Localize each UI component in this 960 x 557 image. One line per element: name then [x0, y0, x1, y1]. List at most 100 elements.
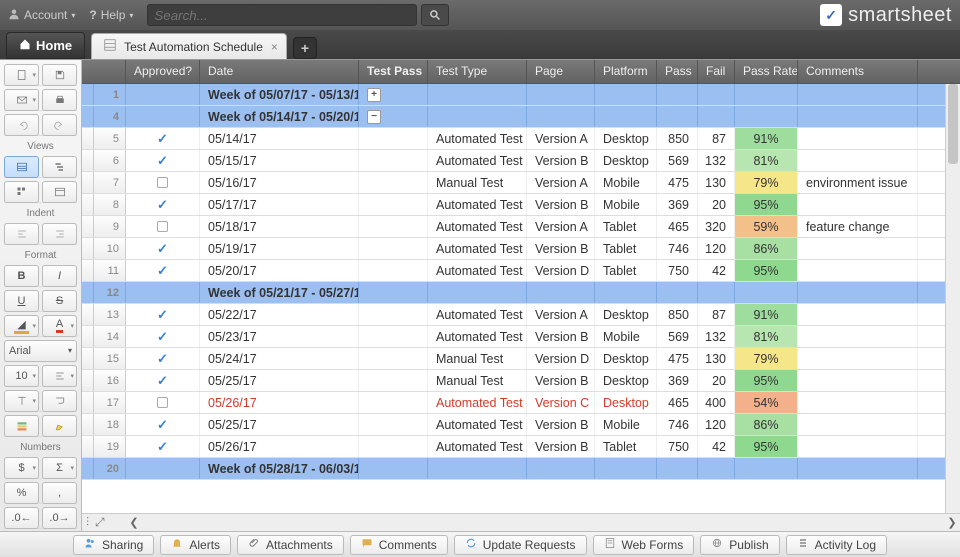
help-link[interactable]: ? Help ▾: [89, 8, 133, 22]
scroll-left-icon[interactable]: ❮: [126, 516, 142, 529]
pass-cell[interactable]: 746: [657, 238, 698, 259]
table-row[interactable]: 11✓05/20/17Automated TestVersion DTablet…: [82, 260, 960, 282]
comment-cell[interactable]: [798, 260, 918, 281]
scroll-right-icon[interactable]: ❯: [944, 516, 960, 529]
page-cell[interactable]: Version A: [527, 304, 595, 325]
approved-cell[interactable]: ✓: [126, 436, 200, 457]
platform-cell[interactable]: Tablet: [595, 260, 657, 281]
grid-view-button[interactable]: [4, 156, 39, 178]
attach-toggle-icon[interactable]: ⫶: [86, 515, 89, 530]
rate-cell[interactable]: 91%: [735, 128, 798, 149]
comment-cell[interactable]: [798, 436, 918, 457]
comment-cell[interactable]: environment issue: [798, 172, 918, 193]
approved-cell[interactable]: ✓: [126, 326, 200, 347]
comment-cell[interactable]: [798, 194, 918, 215]
table-row[interactable]: 16✓05/25/17Manual TestVersion BDesktop36…: [82, 370, 960, 392]
pass-cell[interactable]: 475: [657, 172, 698, 193]
fail-cell[interactable]: 132: [698, 326, 735, 347]
underline-button[interactable]: U: [4, 290, 39, 312]
redo-button[interactable]: [42, 114, 77, 136]
date-cell[interactable]: 05/14/17: [200, 128, 359, 149]
pass-cell[interactable]: 569: [657, 150, 698, 171]
type-cell[interactable]: Automated Test: [428, 216, 527, 237]
cond-format-button[interactable]: [4, 415, 39, 437]
date-cell[interactable]: 05/26/17: [200, 436, 359, 457]
page-cell[interactable]: Version C: [527, 392, 595, 413]
pass-cell[interactable]: 465: [657, 216, 698, 237]
type-cell[interactable]: Automated Test: [428, 194, 527, 215]
approved-cell[interactable]: [126, 216, 200, 237]
webforms-button[interactable]: Web Forms: [593, 535, 695, 555]
col-approved[interactable]: Approved?: [126, 60, 200, 83]
type-cell[interactable]: Automated Test: [428, 238, 527, 259]
rate-cell[interactable]: 81%: [735, 326, 798, 347]
type-cell[interactable]: Manual Test: [428, 172, 527, 193]
comment-cell[interactable]: [798, 150, 918, 171]
approved-cell[interactable]: ✓: [126, 260, 200, 281]
fail-cell[interactable]: 130: [698, 348, 735, 369]
date-cell[interactable]: 05/17/17: [200, 194, 359, 215]
col-testpass[interactable]: Test Pass: [359, 60, 428, 83]
type-cell[interactable]: Automated Test: [428, 128, 527, 149]
highlight-button[interactable]: [42, 415, 77, 437]
page-cell[interactable]: Version A: [527, 128, 595, 149]
table-row[interactable]: 12Week of 05/21/17 - 05/27/17: [82, 282, 960, 304]
print-button[interactable]: [42, 89, 77, 111]
rate-cell[interactable]: 59%: [735, 216, 798, 237]
page-cell[interactable]: Version B: [527, 326, 595, 347]
rate-cell[interactable]: 95%: [735, 260, 798, 281]
comment-cell[interactable]: [798, 414, 918, 435]
date-cell[interactable]: 05/24/17: [200, 348, 359, 369]
date-cell[interactable]: 05/26/17: [200, 392, 359, 413]
new-sheet-button[interactable]: ▾: [4, 64, 39, 86]
fontsize-select[interactable]: 10▾: [4, 365, 39, 387]
account-link[interactable]: Account ▾: [8, 8, 75, 23]
platform-cell[interactable]: Tablet: [595, 436, 657, 457]
add-tab-button[interactable]: +: [293, 37, 317, 59]
date-cell[interactable]: 05/18/17: [200, 216, 359, 237]
undo-button[interactable]: [4, 114, 39, 136]
grid-body[interactable]: 1Week of 05/07/17 - 05/13/17+4Week of 05…: [82, 84, 960, 513]
platform-cell[interactable]: Mobile: [595, 414, 657, 435]
percent-button[interactable]: %: [4, 482, 39, 504]
fail-cell[interactable]: 42: [698, 436, 735, 457]
page-cell[interactable]: Version B: [527, 436, 595, 457]
rate-cell[interactable]: 95%: [735, 436, 798, 457]
col-testtype[interactable]: Test Type: [428, 60, 527, 83]
platform-cell[interactable]: Desktop: [595, 150, 657, 171]
col-pass[interactable]: Pass: [657, 60, 698, 83]
fail-cell[interactable]: 130: [698, 172, 735, 193]
page-cell[interactable]: Version B: [527, 150, 595, 171]
comma-button[interactable]: ,: [42, 482, 77, 504]
approved-cell[interactable]: ✓: [126, 128, 200, 149]
align-button[interactable]: ▾: [42, 365, 77, 387]
table-row[interactable]: 1Week of 05/07/17 - 05/13/17+: [82, 84, 960, 106]
sharing-button[interactable]: Sharing: [73, 535, 154, 555]
comment-cell[interactable]: feature change: [798, 216, 918, 237]
page-cell[interactable]: Version B: [527, 194, 595, 215]
pass-cell[interactable]: 750: [657, 436, 698, 457]
search-box[interactable]: [147, 4, 417, 26]
rate-cell[interactable]: 81%: [735, 150, 798, 171]
pass-cell[interactable]: 750: [657, 260, 698, 281]
comment-cell[interactable]: [798, 370, 918, 391]
currency-button[interactable]: $▾: [4, 457, 39, 479]
calendar-view-button[interactable]: [42, 181, 77, 203]
comments-button[interactable]: Comments: [350, 535, 448, 555]
activity-log-button[interactable]: Activity Log: [786, 535, 887, 555]
table-row[interactable]: 8✓05/17/17Automated TestVersion BMobile3…: [82, 194, 960, 216]
publish-button[interactable]: Publish: [700, 535, 779, 555]
alerts-button[interactable]: Alerts: [160, 535, 231, 555]
italic-button[interactable]: I: [42, 265, 77, 287]
table-row[interactable]: 20Week of 05/28/17 - 06/03/17: [82, 458, 960, 480]
type-cell[interactable]: Automated Test: [428, 150, 527, 171]
approved-cell[interactable]: ✓: [126, 304, 200, 325]
bgcolor-button[interactable]: ◢ ▾: [4, 315, 39, 337]
rate-cell[interactable]: 95%: [735, 370, 798, 391]
gantt-view-button[interactable]: [42, 156, 77, 178]
attachments-button[interactable]: Attachments: [237, 535, 344, 555]
date-cell[interactable]: 05/19/17: [200, 238, 359, 259]
col-comments[interactable]: Comments: [798, 60, 918, 83]
type-cell[interactable]: Automated Test: [428, 414, 527, 435]
platform-cell[interactable]: Mobile: [595, 172, 657, 193]
